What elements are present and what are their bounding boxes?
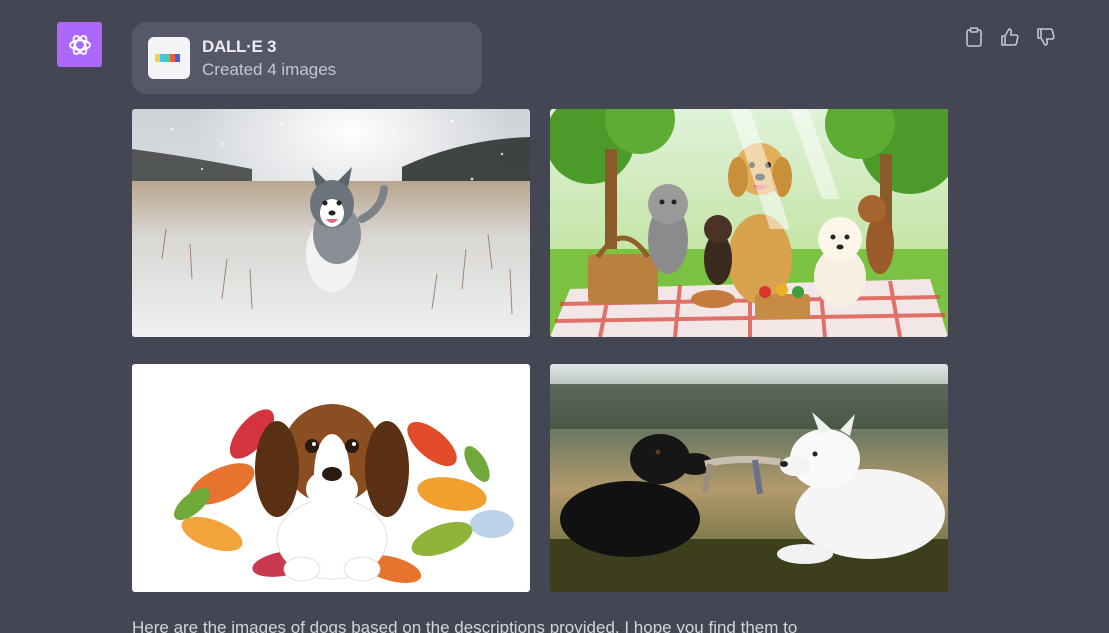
dalle-tool-card[interactable]: DALL·E 3 Created 4 images — [132, 22, 482, 94]
generated-image-picnic[interactable] — [550, 109, 948, 337]
assistant-avatar — [57, 22, 102, 67]
tool-status: Created 4 images — [202, 60, 337, 79]
copy-button[interactable] — [962, 26, 986, 48]
clipboard-icon — [966, 27, 982, 47]
generated-image-husky[interactable] — [132, 109, 530, 337]
thumbs-down-icon — [1037, 28, 1055, 46]
dislike-button[interactable] — [1034, 26, 1058, 48]
chat-page: DALL·E 3 Created 4 images Here are the i… — [0, 0, 1109, 633]
dalle-icon — [148, 37, 190, 79]
generated-image-tug-of-war[interactable] — [550, 364, 948, 592]
tool-name: DALL·E 3 — [202, 37, 277, 56]
assistant-message-text: Here are the images of dogs based on the… — [132, 618, 798, 633]
like-button[interactable] — [998, 26, 1022, 48]
thumbs-up-icon — [1001, 28, 1019, 46]
generated-image-beagle[interactable] — [132, 364, 530, 592]
openai-logo-icon — [68, 34, 91, 55]
message-actions — [962, 26, 1058, 48]
